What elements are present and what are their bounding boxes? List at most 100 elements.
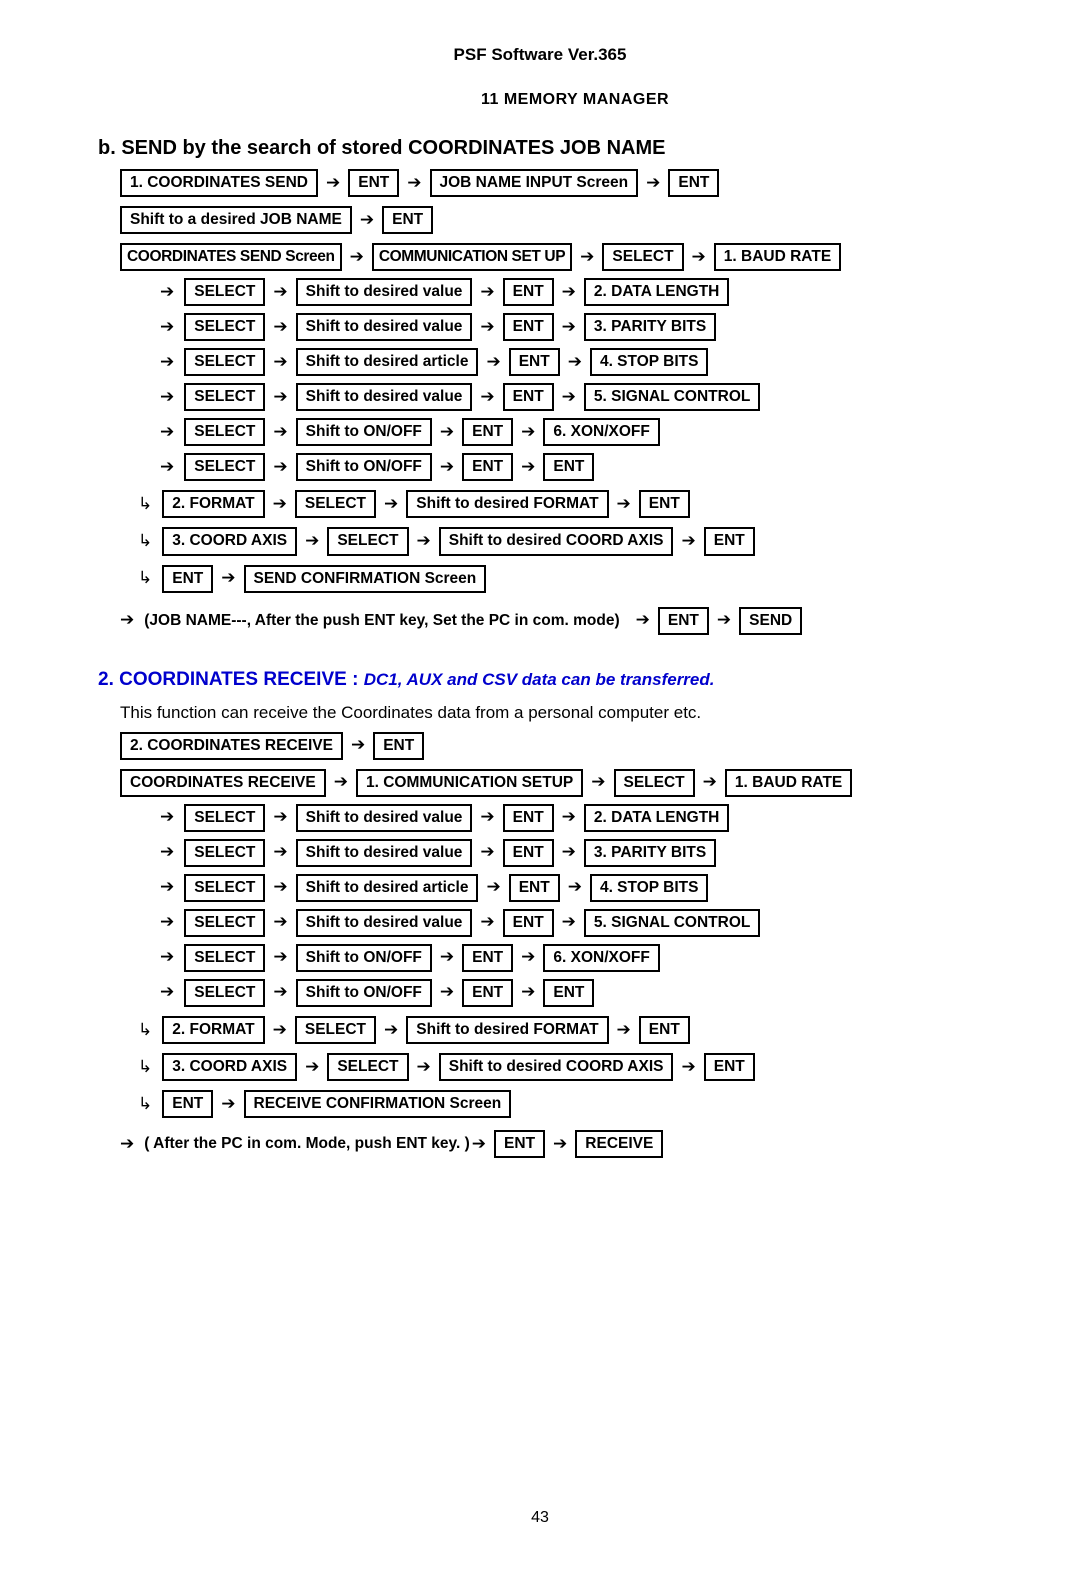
step-box[interactable]: Shift to desired value	[295, 838, 473, 867]
step-box[interactable]: SELECT	[184, 453, 266, 482]
step-box[interactable]: Shift to desired article	[295, 348, 479, 377]
section-2-number: 2. COORDINATES RECEIVE :	[98, 668, 359, 690]
step-box[interactable]: SELECT	[184, 418, 266, 447]
step-box[interactable]: ENT	[502, 278, 554, 307]
step-box[interactable]: COORDINATES RECEIVE	[120, 768, 326, 797]
step-box[interactable]: ENT	[703, 1053, 755, 1082]
step-box[interactable]: SELECT	[294, 1015, 377, 1045]
arrow-icon: ➔	[591, 772, 606, 793]
arrow-icon: ➔	[681, 530, 696, 551]
step-box[interactable]: Shift to desired value	[295, 803, 473, 832]
step-box[interactable]: ENT	[462, 453, 514, 482]
step-box[interactable]: Shift to desired value	[295, 278, 473, 307]
step-box[interactable]: RECEIVE CONFIRMATION Screen	[243, 1090, 512, 1119]
step-box[interactable]: SELECT	[184, 348, 266, 377]
step-box[interactable]: SELECT	[184, 278, 266, 307]
step-box[interactable]: Shift to desired FORMAT	[406, 490, 609, 519]
step-box[interactable]: ENT	[502, 313, 554, 342]
step-box[interactable]: ENT	[382, 206, 434, 235]
arrow-icon: ➔	[407, 172, 422, 193]
step-box[interactable]: Shift to desired value	[295, 908, 473, 937]
step-box[interactable]: ENT	[508, 348, 560, 377]
step-box[interactable]: 3. COORD AXIS	[162, 527, 298, 556]
step-box[interactable]: SELECT	[327, 1053, 409, 1082]
step-box[interactable]: ENT	[668, 169, 720, 198]
step-box[interactable]: SELECT	[184, 873, 266, 902]
step-box[interactable]: ENT	[348, 169, 400, 198]
step-box[interactable]: COMMUNICATION SET UP	[371, 243, 573, 272]
step-box[interactable]: SELECT	[184, 943, 266, 972]
step-box[interactable]: SELECT	[184, 838, 266, 867]
step-box[interactable]: 2. DATA LENGTH	[583, 803, 730, 832]
arrow-icon: ➔	[480, 912, 495, 933]
step-box[interactable]: ENT	[462, 978, 514, 1007]
step-box[interactable]: 2. FORMAT	[162, 490, 265, 519]
step-box[interactable]: ENT	[502, 383, 554, 412]
step-box[interactable]: 1. COORDINATES SEND	[120, 169, 318, 198]
step-box[interactable]: ENT	[462, 418, 514, 447]
step-box[interactable]: 3. PARITY BITS	[583, 313, 717, 342]
step-box[interactable]: 4. STOP BITS	[589, 873, 709, 902]
step-box[interactable]: Shift to desired COORD AXIS	[438, 1053, 674, 1082]
step-box[interactable]: SELECT	[327, 527, 409, 556]
step-box[interactable]: ENT	[543, 453, 595, 482]
step-box[interactable]: SELECT	[184, 383, 266, 412]
step-box[interactable]: JOB NAME INPUT Screen	[429, 169, 639, 198]
arrow-icon: ➔	[326, 172, 341, 193]
step-box[interactable]: 6. XON/XOFF	[543, 943, 660, 972]
step-box[interactable]: SELECT	[602, 243, 684, 272]
step-box[interactable]: ENT	[162, 1090, 214, 1119]
step-box[interactable]: SELECT	[184, 313, 266, 342]
step-box[interactable]: Shift to a desired JOB NAME	[120, 206, 352, 235]
step-box[interactable]: ENT	[657, 606, 709, 635]
step-box[interactable]: 1. BAUD RATE	[724, 768, 853, 797]
step-box[interactable]: ENT	[502, 908, 554, 937]
step-box[interactable]: 3. COORD AXIS	[162, 1053, 298, 1082]
step-box[interactable]: ENT	[373, 731, 425, 760]
arrow-icon: ➔	[305, 530, 320, 551]
step-box[interactable]: SELECT	[184, 908, 266, 937]
step-box[interactable]: 6. XON/XOFF	[543, 418, 660, 447]
step-box[interactable]: 2. FORMAT	[162, 1015, 265, 1045]
step-box[interactable]: ENT	[462, 943, 514, 972]
arrow-icon: ➔	[561, 912, 576, 933]
step-box[interactable]: SELECT	[184, 803, 266, 832]
step-box[interactable]: Shift to ON/OFF	[295, 418, 432, 447]
flow-row: COORDINATES RECEIVE ➔ 1. COMMUNICATION S…	[120, 768, 1050, 797]
step-box[interactable]: Shift to desired FORMAT	[406, 1015, 609, 1045]
step-box[interactable]: 2. COORDINATES RECEIVE	[120, 731, 343, 760]
step-box[interactable]: ENT	[494, 1130, 546, 1159]
step-box[interactable]: 1. COMMUNICATION SETUP	[356, 768, 584, 797]
step-box[interactable]: Shift to desired COORD AXIS	[438, 527, 674, 556]
step-box[interactable]: Shift to ON/OFF	[295, 943, 432, 972]
step-box[interactable]: 3. PARITY BITS	[583, 838, 717, 867]
step-box[interactable]: ENT	[502, 838, 554, 867]
step-box[interactable]: 1. BAUD RATE	[713, 243, 842, 272]
step-box[interactable]: SELECT	[613, 768, 695, 797]
step-box[interactable]: Shift to desired article	[295, 873, 479, 902]
step-box[interactable]: SEND CONFIRMATION Screen	[243, 564, 487, 593]
step-box[interactable]: COORDINATES SEND Screen	[120, 243, 342, 272]
step-box[interactable]: ENT	[638, 490, 690, 519]
step-box[interactable]: Shift to ON/OFF	[295, 453, 432, 482]
section-2-subflow: ➔ SELECT ➔ Shift to desired value ➔ ENT …	[120, 803, 1050, 1007]
step-box[interactable]: SEND	[739, 606, 803, 635]
step-box[interactable]: ENT	[502, 803, 554, 832]
step-box[interactable]: 5. SIGNAL CONTROL	[583, 383, 761, 412]
step-box[interactable]: 4. STOP BITS	[589, 348, 709, 377]
flow-row: ↳ ENT ➔ RECEIVE CONFIRMATION Screen	[138, 1090, 1050, 1119]
step-box[interactable]: SELECT	[294, 490, 377, 519]
step-box[interactable]: ENT	[508, 873, 560, 902]
step-box[interactable]: ENT	[703, 527, 755, 556]
section-b-subflow: ➔ SELECT ➔ Shift to desired value ➔ ENT …	[120, 278, 1050, 482]
step-box[interactable]: ENT	[638, 1015, 690, 1045]
step-box[interactable]: Shift to desired value	[295, 383, 473, 412]
step-box[interactable]: ENT	[543, 978, 595, 1007]
step-box[interactable]: RECEIVE	[575, 1130, 664, 1159]
step-box[interactable]: Shift to ON/OFF	[295, 978, 432, 1007]
step-box[interactable]: 2. DATA LENGTH	[583, 278, 730, 307]
step-box[interactable]: 5. SIGNAL CONTROL	[583, 908, 761, 937]
step-box[interactable]: SELECT	[184, 978, 266, 1007]
step-box[interactable]: ENT	[162, 564, 214, 593]
step-box[interactable]: Shift to desired value	[295, 313, 473, 342]
